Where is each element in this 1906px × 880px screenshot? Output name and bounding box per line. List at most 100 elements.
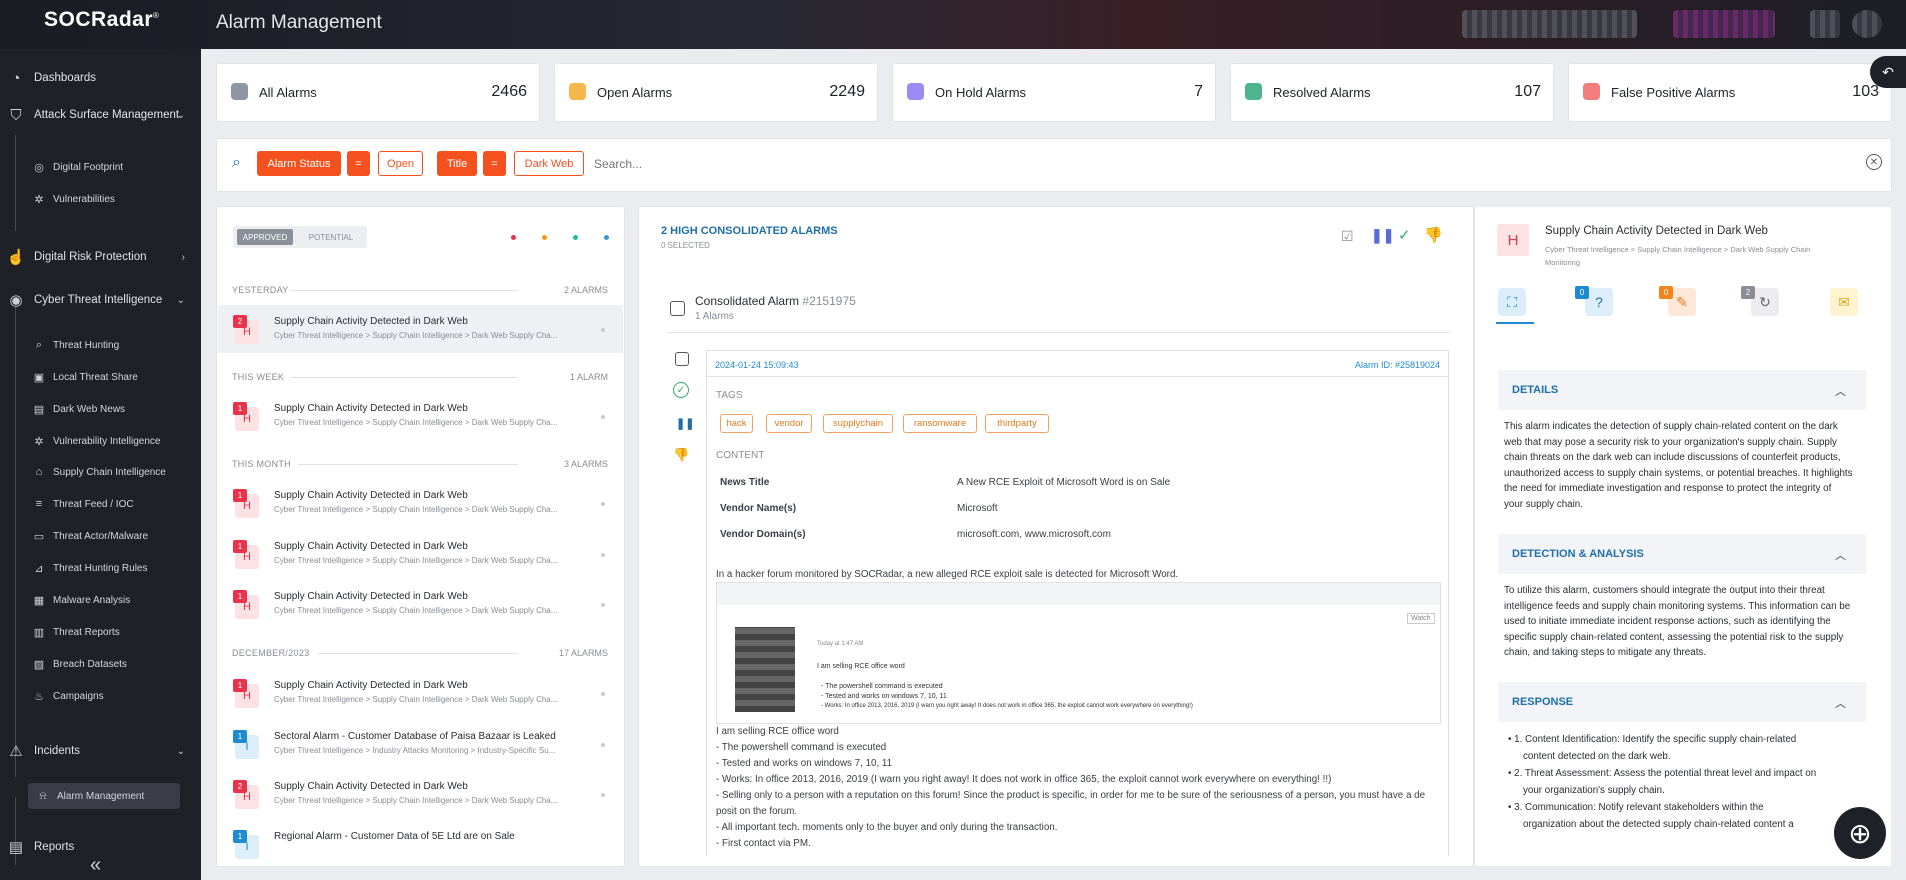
sidebar-item-reports[interactable]: ▤ Reports <box>0 840 201 854</box>
search-input[interactable] <box>594 151 1794 176</box>
sidebar-item-campaigns[interactable]: ♨ Campaigns <box>32 688 192 704</box>
pause-icon[interactable]: ❚❚ <box>1371 227 1394 244</box>
list-item-title: Supply Chain Activity Detected in Dark W… <box>274 781 468 792</box>
more-icon[interactable] <box>601 743 605 747</box>
content-intro: In a hacker forum monitored by SOCRadar,… <box>716 569 1179 580</box>
sidebar-item-incidents[interactable]: ⚠ Incidents ⌄ <box>0 740 201 762</box>
tab-approved[interactable]: APPROVED <box>237 229 293 245</box>
hold-alarm-icon[interactable]: ❚❚ <box>676 417 694 430</box>
consolidated-checkbox[interactable] <box>670 301 685 316</box>
section-label: DECEMBER/2023 <box>232 648 310 658</box>
more-icon[interactable] <box>601 692 605 696</box>
list-item[interactable]: I 1 Sectoral Alarm - Customer Database o… <box>218 720 623 768</box>
section-count: 17 ALARMS <box>558 648 608 658</box>
profile-avatar[interactable] <box>1852 10 1882 38</box>
tab-overview-icon[interactable]: ⛶ <box>1498 288 1526 316</box>
sidebar-item-breach-datasets[interactable]: ▧ Breach Datasets <box>32 656 192 672</box>
sidebar-item-threat-feed[interactable]: ≡ Threat Feed / IOC <box>32 496 192 512</box>
list-item[interactable]: H 1 Supply Chain Activity Detected in Da… <box>218 392 623 440</box>
filter-chip-operator[interactable]: = <box>483 151 506 176</box>
list-item[interactable]: H 1 Supply Chain Activity Detected in Da… <box>218 530 623 578</box>
sidebar-item-threat-hunting[interactable]: ⌕ Threat Hunting <box>32 337 192 353</box>
stat-all-alarms[interactable]: All Alarms 2466 <box>217 64 539 121</box>
sidebar-item-digital-footprint[interactable]: ◎ Digital Footprint <box>32 159 192 175</box>
filter-chip-alarm-status[interactable]: Alarm Status <box>257 151 341 176</box>
response-accordion[interactable]: RESPONSE ︿ <box>1498 682 1866 722</box>
filter-dot-high[interactable] <box>542 235 547 240</box>
list-item[interactable]: I 1 Regional Alarm - Customer Data of 5E… <box>218 820 623 866</box>
company-selector[interactable] <box>1673 10 1775 38</box>
sidebar-item-threat-hunting-rules[interactable]: ⊿ Threat Hunting Rules <box>32 560 192 576</box>
resolve-alarm-icon[interactable]: ✓ <box>673 382 689 398</box>
tag[interactable]: vendor <box>766 414 812 433</box>
selected-count: 0 SELECTED <box>661 241 710 250</box>
filter-dot-low[interactable] <box>604 235 609 240</box>
filter-chip-dark-web[interactable]: Dark Web <box>514 151 584 176</box>
resolve-icon[interactable]: ✓ <box>1398 226 1411 244</box>
clear-search-icon[interactable]: ✕ <box>1866 154 1882 170</box>
content-line: - All important tech. moments only to th… <box>716 822 1058 833</box>
stat-resolved-alarms[interactable]: Resolved Alarms 107 <box>1231 64 1553 121</box>
stat-on-hold-alarms[interactable]: On Hold Alarms 7 <box>893 64 1215 121</box>
list-item-title: Supply Chain Activity Detected in Dark W… <box>274 541 468 552</box>
list-item[interactable]: H 1 Supply Chain Activity Detected in Da… <box>218 479 623 527</box>
sidebar-item-supply-chain-intelligence[interactable]: ⌂ Supply Chain Intelligence <box>32 464 192 480</box>
more-icon[interactable] <box>601 553 605 557</box>
dashboard-icon: ◔ <box>11 69 21 87</box>
tag[interactable]: hack <box>720 414 753 433</box>
back-icon[interactable]: ↶ <box>1870 56 1906 88</box>
list-item-title: Supply Chain Activity Detected in Dark W… <box>274 680 468 691</box>
filter-chip-operator[interactable]: = <box>347 151 370 176</box>
more-icon[interactable] <box>601 328 605 332</box>
alarm-checkbox[interactable] <box>675 352 689 366</box>
sidebar-item-cyber-threat-intelligence[interactable]: ◉ Cyber Threat Intelligence ⌄ <box>0 289 201 311</box>
tag[interactable]: supplychain <box>823 414 893 433</box>
sidebar-item-dark-web-news[interactable]: ▤ Dark Web News <box>32 401 192 417</box>
sidebar-item-malware-analysis[interactable]: ▦ Malware Analysis <box>32 592 192 608</box>
more-icon[interactable] <box>601 603 605 607</box>
false-positive-alarm-icon[interactable]: 👎 <box>673 447 689 463</box>
collapse-sidebar-icon[interactable]: « <box>90 854 101 877</box>
sidebar-item-local-threat-share[interactable]: ▣ Local Threat Share <box>32 369 192 385</box>
tab-comments-icon[interactable]: ? <box>1585 288 1613 316</box>
tab-email-icon[interactable]: ✉ <box>1830 288 1858 316</box>
sidebar-item-attack-surface-management[interactable]: ⛉ Attack Surface Management ⌄ <box>0 104 201 126</box>
sidebar-item-vulnerabilities[interactable]: ✲ Vulnerabilities <box>32 191 192 207</box>
list-item[interactable]: H 2 Supply Chain Activity Detected in Da… <box>218 305 623 353</box>
tab-history-icon[interactable]: ↻ <box>1751 288 1779 316</box>
list-item-path: Cyber Threat Intelligence > Supply Chain… <box>274 796 558 805</box>
user-menu[interactable] <box>1462 10 1637 38</box>
sidebar-item-threat-actor-malware[interactable]: ▭ Threat Actor/Malware <box>32 528 192 544</box>
tag[interactable]: ransomware <box>903 414 977 433</box>
sidebar-label: Alarm Management <box>57 790 145 802</box>
count-badge: 2 <box>233 315 247 328</box>
list-item[interactable]: H 1 Supply Chain Activity Detected in Da… <box>218 580 623 628</box>
stat-false-positive-alarms[interactable]: False Positive Alarms 103 <box>1569 64 1891 121</box>
more-icon[interactable] <box>601 415 605 419</box>
support-icon[interactable]: ⊕ <box>1834 807 1886 859</box>
select-all-icon[interactable]: ☑ <box>1341 228 1354 245</box>
stat-open-alarms[interactable]: Open Alarms 2249 <box>555 64 877 121</box>
details-accordion[interactable]: DETAILS ︿ <box>1498 370 1866 410</box>
sidebar-item-dashboards[interactable]: ◔ Dashboards <box>0 68 201 88</box>
notification-icon[interactable] <box>1810 10 1840 38</box>
sidebar-item-digital-risk-protection[interactable]: ☝ Digital Risk Protection › <box>0 246 201 268</box>
tab-potential[interactable]: POTENTIAL <box>303 229 359 245</box>
socradar-logo[interactable]: SOCRadar® <box>44 8 159 32</box>
alarm-breadcrumb: Monitoring <box>1545 258 1581 267</box>
sidebar-item-alarm-management[interactable]: ⍾ Alarm Management <box>36 788 186 804</box>
detection-analysis-accordion[interactable]: DETECTION & ANALYSIS ︿ <box>1498 534 1866 574</box>
more-icon[interactable] <box>601 502 605 506</box>
list-item[interactable]: H 1 Supply Chain Activity Detected in Da… <box>218 669 623 717</box>
list-item[interactable]: H 2 Supply Chain Activity Detected in Da… <box>218 770 623 818</box>
tag[interactable]: thirdparty <box>985 414 1049 433</box>
filter-chip-title[interactable]: Title <box>437 151 477 176</box>
filter-dot-critical[interactable] <box>511 235 516 240</box>
chevron-up-icon: ︿ <box>1835 550 1846 562</box>
filter-dot-medium[interactable] <box>573 235 578 240</box>
filter-chip-open[interactable]: Open <box>378 151 423 176</box>
more-icon[interactable] <box>601 793 605 797</box>
false-positive-icon[interactable]: 👎 <box>1424 226 1443 244</box>
sidebar-item-vulnerability-intelligence[interactable]: ✲ Vulnerability Intelligence <box>32 433 192 449</box>
sidebar-item-threat-reports[interactable]: ▥ Threat Reports <box>32 624 192 640</box>
